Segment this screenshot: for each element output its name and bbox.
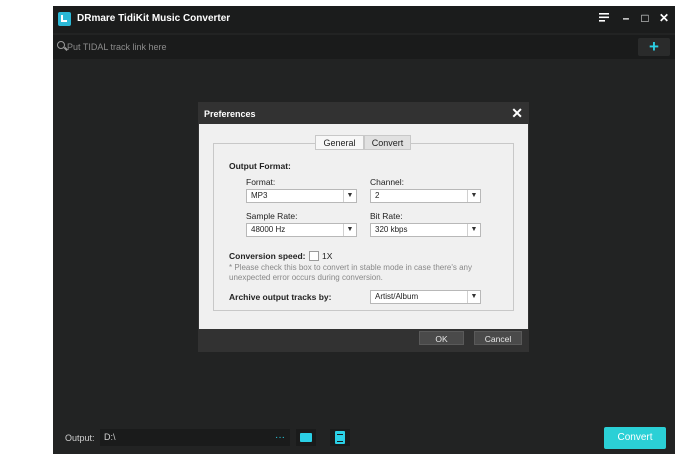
output-path-value: D:\ (104, 432, 116, 442)
preferences-dialog: Preferences ✕ General Convert Output For… (198, 102, 529, 352)
search-icon (57, 41, 65, 49)
app-title: DRmare TidiKit Music Converter (77, 13, 231, 24)
history-list-icon (335, 431, 345, 444)
folder-icon (300, 433, 312, 442)
close-button[interactable]: ✕ (656, 10, 672, 26)
add-button[interactable]: + (638, 38, 670, 56)
browse-button[interactable]: ··· (270, 429, 290, 446)
open-folder-button[interactable] (296, 429, 316, 446)
archive-label: Archive output tracks by: (229, 292, 332, 302)
ok-button[interactable]: OK (419, 331, 464, 345)
cancel-button[interactable]: Cancel (474, 331, 522, 345)
chevron-down-icon: ▼ (467, 291, 480, 303)
conversion-speed-option: 1X (322, 251, 333, 261)
dialog-body: General Convert Output Format: Format: M… (199, 124, 528, 329)
sample-rate-label: Sample Rate: (246, 211, 298, 221)
bit-rate-select[interactable]: 320 kbps ▼ (370, 223, 481, 237)
app-logo-icon (58, 12, 71, 26)
chevron-down-icon: ▼ (343, 190, 356, 202)
format-value: MP3 (251, 191, 268, 200)
converted-list-button[interactable] (330, 429, 350, 446)
dialog-title: Preferences (204, 109, 256, 119)
chevron-down-icon: ▼ (343, 224, 356, 236)
output-path-field[interactable]: D:\ (100, 429, 270, 446)
dialog-close-icon[interactable]: ✕ (511, 105, 523, 122)
tab-convert[interactable]: Convert (364, 135, 411, 150)
bit-rate-value: 320 kbps (375, 225, 408, 234)
sample-rate-select[interactable]: 48000 Hz ▼ (246, 223, 357, 237)
menu-icon[interactable] (596, 10, 612, 26)
convert-button[interactable]: Convert (604, 427, 666, 449)
channel-select[interactable]: 2 ▼ (370, 189, 481, 203)
chevron-down-icon: ▼ (467, 190, 480, 202)
bit-rate-label: Bit Rate: (370, 211, 403, 221)
search-bar: + (53, 35, 675, 59)
chevron-down-icon: ▼ (467, 224, 480, 236)
format-select[interactable]: MP3 ▼ (246, 189, 357, 203)
search-input[interactable] (67, 38, 627, 55)
tab-general[interactable]: General (315, 135, 364, 150)
archive-select[interactable]: Artist/Album ▼ (370, 290, 481, 304)
conversion-speed-note: * Please check this box to convert in st… (229, 263, 472, 282)
output-format-heading: Output Format: (229, 161, 291, 171)
minimize-button[interactable]: – (618, 10, 634, 26)
archive-value: Artist/Album (375, 292, 419, 301)
channel-label: Channel: (370, 177, 405, 187)
conversion-speed-label: Conversion speed: (229, 251, 306, 261)
title-bar: DRmare TidiKit Music Converter – □ ✕ (53, 6, 675, 33)
bottom-bar: Output: D:\ ··· Convert (53, 418, 675, 454)
format-label: Format: (246, 177, 276, 187)
sample-rate-value: 48000 Hz (251, 225, 286, 234)
output-label: Output: (65, 433, 95, 443)
conversion-speed-checkbox[interactable] (309, 251, 319, 261)
channel-value: 2 (375, 191, 380, 200)
maximize-button[interactable]: □ (637, 10, 653, 26)
